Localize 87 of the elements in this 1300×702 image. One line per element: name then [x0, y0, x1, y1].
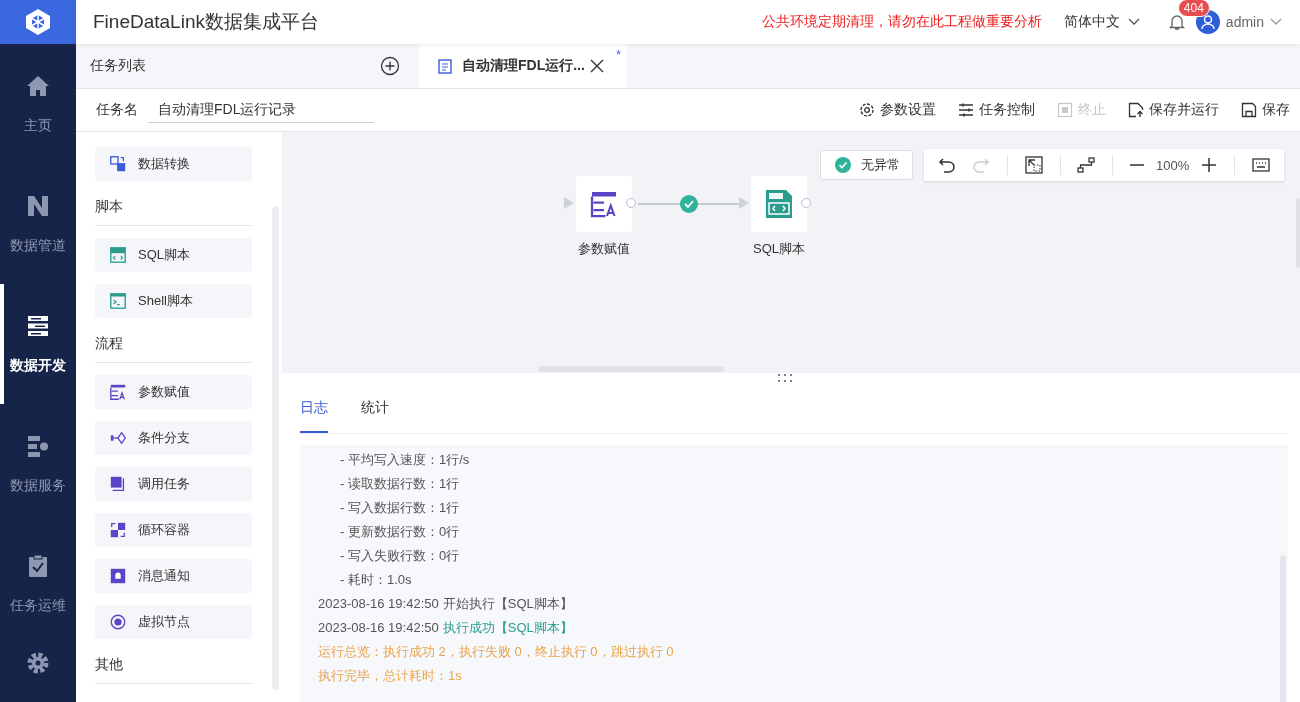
- service-icon: [25, 433, 51, 459]
- branch-icon: [109, 429, 127, 447]
- node-label: SQL脚本: [752, 240, 806, 258]
- log-line: - 写入失败行数：0行: [339, 547, 461, 565]
- close-icon[interactable]: [590, 59, 604, 73]
- stop-icon: [1057, 102, 1073, 118]
- section-heading: 脚本: [95, 191, 252, 226]
- log-message: 执行成功【SQL脚本】: [442, 619, 573, 637]
- palette-item[interactable]: 条件分支: [95, 421, 252, 455]
- bell-icon[interactable]: [1167, 13, 1186, 31]
- log-line: - 耗时：1.0s: [339, 571, 413, 589]
- log-line: - 写入数据行数：1行: [339, 499, 461, 517]
- gear-icon: [859, 102, 875, 118]
- chevron-down-icon: [1270, 18, 1282, 26]
- log-message: 开始执行【SQL脚本】: [442, 595, 573, 613]
- notification-icon: [109, 567, 127, 585]
- palette-item[interactable]: 数据转换: [95, 147, 252, 181]
- status-badge: 无异常: [820, 150, 913, 180]
- app-title: FineDataLink数据集成平台: [93, 10, 320, 34]
- check-circle-icon: [835, 157, 851, 173]
- toolbar-button[interactable]: 保存并运行: [1116, 101, 1229, 119]
- log-line: 执行完毕，总计耗时：1s: [318, 667, 463, 685]
- undo-icon: [938, 157, 956, 173]
- toolbar-button[interactable]: 保存: [1229, 101, 1300, 119]
- add-icon[interactable]: [380, 56, 400, 76]
- log-tab[interactable]: 日志: [300, 373, 328, 433]
- palette-item[interactable]: 消息通知: [95, 559, 252, 593]
- modified-mark: *: [616, 48, 621, 62]
- nav-item[interactable]: 任务运维: [0, 524, 76, 644]
- parameter-icon: [109, 383, 127, 401]
- zoom-in-icon: [1201, 157, 1218, 173]
- toolbar-button[interactable]: 参数设置: [847, 101, 946, 119]
- fit-view-icon: [1024, 156, 1043, 174]
- drag-handle-icon[interactable]: [777, 373, 793, 383]
- task-name-label: 任务名: [96, 101, 138, 119]
- section-heading: 其他: [95, 649, 252, 684]
- toolbar-button[interactable]: 任务控制: [946, 101, 1045, 119]
- avatar-icon: [1195, 10, 1220, 34]
- node-label: 参数赋值: [577, 240, 631, 258]
- sliders-icon: [958, 102, 974, 118]
- transform-icon: [109, 155, 127, 173]
- node-icon: [589, 189, 619, 219]
- input-port-icon[interactable]: [564, 197, 574, 209]
- nav-item[interactable]: 数据管道: [0, 164, 76, 284]
- chevron-down-icon: [1127, 18, 1140, 26]
- log-timestamp: 2023-08-16 19:42:50: [318, 595, 439, 613]
- log-tab[interactable]: 统计: [361, 373, 389, 433]
- redo-icon: [972, 157, 990, 173]
- server-icon: [25, 313, 51, 339]
- settings-icon[interactable]: [25, 650, 51, 676]
- section-heading: 流程: [95, 328, 252, 363]
- nav-item[interactable]: 数据开发: [0, 284, 76, 404]
- save-run-icon: [1128, 102, 1144, 118]
- palette-item[interactable]: 参数赋值: [95, 375, 252, 409]
- log-line: 运行总览：执行成功 2，执行失败 0，终止执行 0，跳过执行 0: [318, 643, 675, 661]
- palette-item[interactable]: SQL脚本: [95, 238, 252, 272]
- target-icon: [109, 613, 127, 631]
- notice-text: 公共环境定期清理，请勿在此工程做重要分析: [761, 13, 1042, 31]
- save-icon: [1241, 102, 1257, 118]
- log-line: - 更新数据行数：0行: [339, 523, 461, 541]
- task-tab[interactable]: 自动清理FDL运行... *: [419, 44, 627, 88]
- task-icon: [109, 475, 127, 493]
- loop-icon: [109, 521, 127, 539]
- log-line: - 平均写入速度：1行/s: [339, 451, 471, 469]
- scrollbar[interactable]: [538, 366, 724, 372]
- log-timestamp: 2023-08-16 19:42:50: [318, 619, 439, 637]
- pipeline-icon: [25, 193, 51, 219]
- flow-node[interactable]: [576, 176, 632, 232]
- zoom-level: 100%: [1156, 157, 1190, 173]
- node-icon: [763, 188, 795, 220]
- keyboard-icon: [1252, 158, 1270, 172]
- palette-item[interactable]: 循环容器: [95, 513, 252, 547]
- palette-item[interactable]: Shell脚本: [95, 284, 252, 318]
- log-line: - 读取数据行数：1行: [339, 475, 461, 493]
- terminal-icon: [109, 292, 127, 310]
- task-list-label: 任务列表: [90, 57, 146, 75]
- nav-item[interactable]: 主页: [0, 44, 76, 164]
- auto-layout-icon: [1077, 156, 1096, 174]
- language-select[interactable]: 简体中文: [1063, 13, 1140, 31]
- notification-badge: 404: [1177, 0, 1210, 17]
- sql-file-icon: [109, 246, 127, 264]
- palette-item[interactable]: 虚拟节点: [95, 605, 252, 639]
- nav-item[interactable]: 数据服务: [0, 404, 76, 524]
- document-icon: [438, 58, 452, 74]
- palette-item[interactable]: 调用任务: [95, 467, 252, 501]
- flow-node[interactable]: [751, 176, 807, 232]
- home-icon: [25, 73, 51, 99]
